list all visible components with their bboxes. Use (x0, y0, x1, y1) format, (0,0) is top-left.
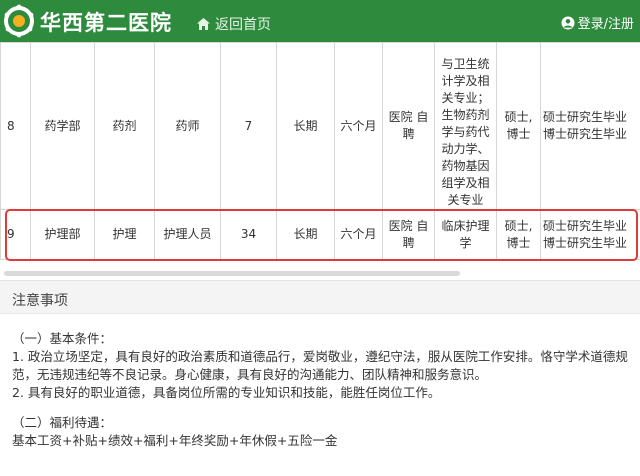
row-number: 9 (0, 209, 31, 260)
major-line: 动力学、 (441, 142, 490, 156)
major-line: 学与药代 (441, 125, 490, 139)
headcount-cell: 34 (220, 209, 277, 260)
education-line: 硕士研究生毕业 (543, 110, 628, 124)
major-cell: 与卫生统 计学及相 关专业； 生物药剂 学与药代 动力学、 药物基因 组学及相 … (434, 42, 497, 210)
headcount-cell: 7 (220, 42, 277, 210)
degree-cell: 硕士,博士 (496, 209, 541, 260)
education-line: 博士研究生毕业 (543, 127, 628, 141)
notice-title: 注意事项 (12, 293, 68, 309)
major-line: 关专业 (447, 193, 484, 207)
notice-body: （一）基本条件： 1. 政治立场坚定，具有良好的政治素质和道德品行，爱岗敬业，遵… (12, 330, 637, 450)
section-title-basic: （一）基本条件： (12, 331, 113, 346)
hospital-logo-icon (4, 4, 34, 38)
user-icon (561, 16, 575, 29)
education-cell: 硕士研究生毕业 博士研究生毕业 (540, 42, 640, 210)
table-row: 8 药学部 药剂 药师 7 长期 六个月 医院 自聘 与卫生统 计学及相 关专业… (0, 42, 640, 210)
department-cell: 护理部 (30, 209, 95, 260)
probation-cell: 六个月 (334, 209, 383, 260)
position-cell: 药师 (154, 42, 221, 210)
hospital-name: 华西第二医院 (40, 11, 172, 35)
education-line: 硕士研究生毕业 (543, 218, 628, 233)
major-line: 与卫生统 (441, 57, 490, 71)
major-line: 计学及相 (441, 74, 490, 88)
home-link[interactable]: 返回首页 (196, 14, 271, 34)
major-line: 关专业； (441, 91, 490, 105)
login-register-link[interactable]: 登录/注册 (561, 13, 634, 32)
term-cell: 长期 (276, 42, 335, 210)
degree-cell: 硕士,博士 (496, 42, 541, 210)
top-bar: 华西第二医院 返回首页 登录/注册 (0, 0, 640, 42)
recruitment-table: 8 药学部 药剂 药师 7 长期 六个月 医院 自聘 与卫生统 计学及相 关专业… (0, 42, 640, 260)
education-cell: 硕士研究生毕业 博士研究生毕业 (540, 209, 640, 260)
employment-cell: 医院 自聘 (382, 42, 435, 210)
major-cell: 临床护理学 (434, 209, 497, 260)
category-cell: 药剂 (94, 42, 155, 210)
education-line: 博士研究生毕业 (543, 235, 628, 250)
recruitment-table-container[interactable]: 8 药学部 药剂 药师 7 长期 六个月 医院 自聘 与卫生统 计学及相 关专业… (0, 42, 640, 268)
basic-condition-item: 2. 具有良好的职业道德，具备岗位所需的专业知识和技能，能胜任岗位工作。 (12, 385, 441, 400)
home-icon (197, 18, 210, 30)
department-cell: 药学部 (30, 42, 95, 210)
table-row: 9 护理部 护理 护理人员 34 长期 六个月 医院 自聘 临床护理学 硕士,博… (0, 209, 640, 260)
benefits-text: 基本工资+补贴+绩效+福利+年终奖励+年休假+五险一金 (12, 433, 338, 448)
major-line: 生物药剂 (441, 108, 490, 122)
horizontal-scrollbar[interactable] (4, 271, 460, 276)
home-link-label: 返回首页 (215, 17, 271, 33)
basic-condition-item: 1. 政治立场坚定，具有良好的政治素质和道德品行，爱岗敬业，遵纪守法，服从医院工… (12, 349, 628, 382)
section-title-benefits: （二）福利待遇： (12, 415, 113, 430)
major-line: 药物基因 (441, 159, 490, 173)
employment-cell: 医院 自聘 (382, 209, 435, 260)
row-number: 8 (0, 42, 31, 210)
probation-cell: 六个月 (334, 42, 383, 210)
term-cell: 长期 (276, 209, 335, 260)
notice-header: 注意事项 (0, 280, 640, 314)
category-cell: 护理 (94, 209, 155, 260)
login-register-label: 登录/注册 (577, 17, 634, 32)
major-line: 组学及相 (441, 176, 490, 190)
position-cell: 护理人员 (154, 209, 221, 260)
